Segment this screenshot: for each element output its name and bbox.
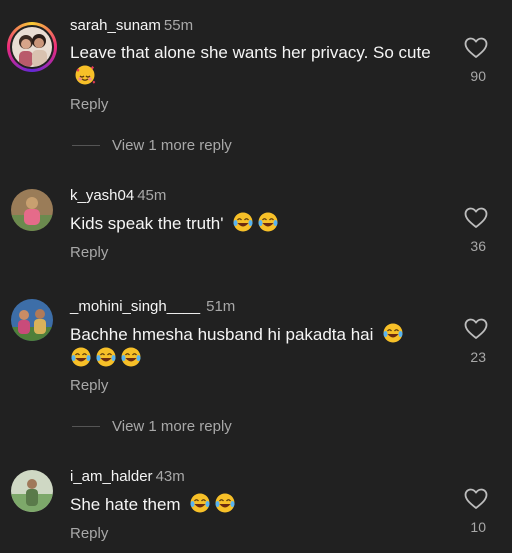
face-with-tears-of-joy-icon xyxy=(95,346,117,368)
reply-button[interactable]: Reply xyxy=(70,96,108,113)
face-with-tears-of-joy-icon xyxy=(120,346,142,368)
avatar-mohini-singh[interactable] xyxy=(11,299,53,341)
avatar-i-am-halder[interactable] xyxy=(11,470,53,512)
timestamp: 45m xyxy=(137,187,167,204)
timestamp: 43m xyxy=(155,468,185,485)
comment-meta: k_yash04 45m xyxy=(70,187,166,204)
comment-text-content: Kids speak the truth' xyxy=(70,214,224,233)
comment-text: She hate them xyxy=(70,492,450,516)
face-with-tears-of-joy-icon xyxy=(214,492,236,514)
heart-outline-icon[interactable] xyxy=(464,318,488,340)
reply-button[interactable]: Reply xyxy=(70,244,108,261)
comment-text-content: Leave that alone she wants her privacy. … xyxy=(70,43,431,62)
like-count: 36 xyxy=(470,238,486,254)
comment-meta: _mohini_singh____ 51m xyxy=(70,298,235,315)
timestamp: 55m xyxy=(163,17,194,34)
heart-outline-icon[interactable] xyxy=(464,207,488,229)
face-with-tears-of-joy-icon xyxy=(189,492,211,514)
comment-text: Bachhe hmesha husband hi pakadta hai xyxy=(70,322,440,370)
face-with-tears-of-joy-icon xyxy=(70,346,92,368)
view-more-divider xyxy=(72,144,100,146)
heart-outline-icon[interactable] xyxy=(464,37,488,59)
comment-text: Leave that alone she wants her privacy. … xyxy=(70,41,450,88)
timestamp: 51m xyxy=(206,298,236,315)
comment-text-content: She hate them xyxy=(70,495,181,514)
view-more-replies[interactable]: View 1 more reply xyxy=(72,136,232,154)
comment-meta: i_am_halder 43m xyxy=(70,468,185,485)
comment-text-content: Bachhe hmesha husband hi pakadta hai xyxy=(70,325,374,344)
username[interactable]: k_yash04 xyxy=(70,187,134,204)
face-with-tears-of-joy-icon xyxy=(382,322,404,344)
face-with-tears-of-joy-icon xyxy=(257,211,279,233)
smiling-face-with-hearts-icon xyxy=(74,64,96,86)
username[interactable]: sarah_sunam xyxy=(70,17,161,34)
like-count: 10 xyxy=(470,519,486,535)
view-more-divider xyxy=(72,425,100,427)
comment-meta: sarah_sunam 55m xyxy=(70,17,193,34)
view-more-replies[interactable]: View 1 more reply xyxy=(72,417,232,435)
view-more-label[interactable]: View 1 more reply xyxy=(112,137,232,154)
like-count: 90 xyxy=(470,68,486,84)
avatar-k-yash04[interactable] xyxy=(11,189,53,231)
heart-outline-icon[interactable] xyxy=(464,488,488,510)
username[interactable]: _mohini_singh____ xyxy=(70,298,200,315)
like-count: 23 xyxy=(470,349,486,365)
reply-button[interactable]: Reply xyxy=(70,525,108,542)
avatar-sarah-sunam[interactable] xyxy=(7,22,57,72)
reply-button[interactable]: Reply xyxy=(70,377,108,394)
comment-text: Kids speak the truth' xyxy=(70,211,450,235)
view-more-label[interactable]: View 1 more reply xyxy=(112,418,232,435)
face-with-tears-of-joy-icon xyxy=(232,211,254,233)
username[interactable]: i_am_halder xyxy=(70,468,153,485)
